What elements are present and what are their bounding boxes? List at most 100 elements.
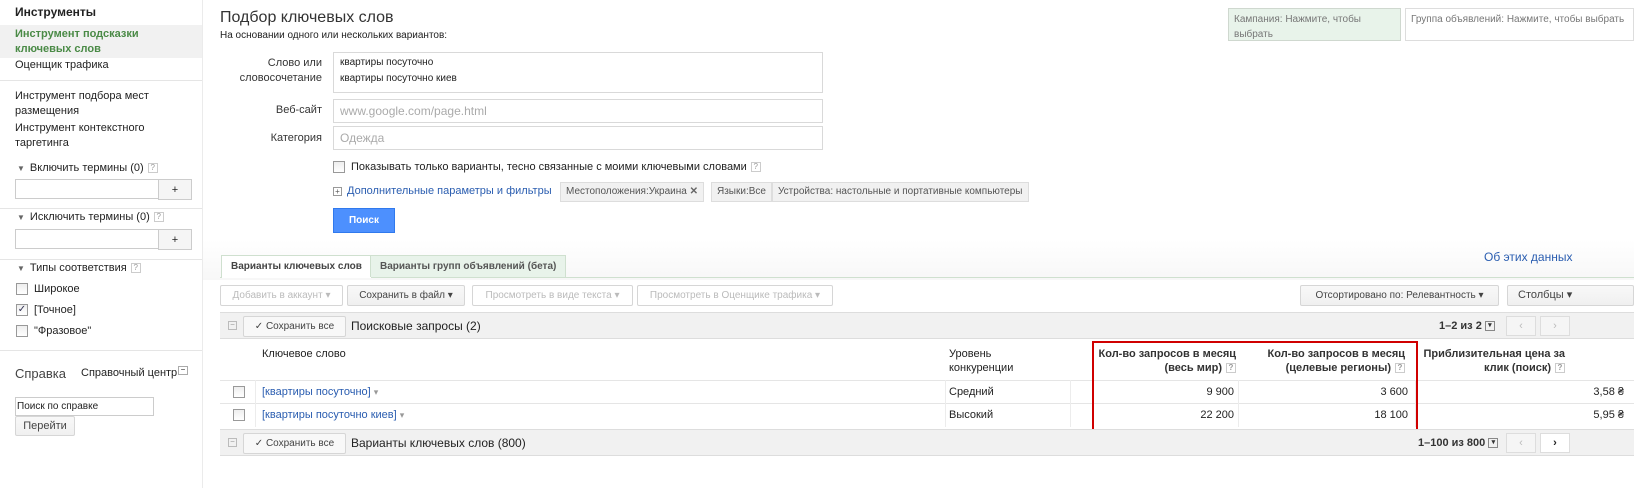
add-to-account-button[interactable]: Добавить в аккаунт ▾ bbox=[220, 285, 343, 306]
match-exact[interactable]: ✓ [Точное] bbox=[16, 304, 76, 317]
exclude-terms-toggle[interactable]: ▼ Исключить термины (0)? bbox=[17, 211, 164, 223]
keyword-line: квартиры посуточно bbox=[340, 57, 434, 68]
cpc-value: 3,58 ₴ bbox=[1593, 386, 1624, 398]
next-page-button[interactable]: › bbox=[1540, 316, 1570, 336]
save-to-file-button[interactable]: Сохранить в файл ▾ bbox=[347, 285, 465, 306]
pager-label: 1–100 из 800 bbox=[1418, 437, 1486, 449]
columns-dropdown[interactable]: Столбцы ▾ bbox=[1507, 285, 1634, 306]
help-icon[interactable]: ? bbox=[130, 263, 141, 274]
checkbox[interactable] bbox=[333, 161, 345, 174]
save-all-button[interactable]: ✓ Сохранить все bbox=[243, 316, 346, 337]
go-button[interactable]: Перейти bbox=[15, 416, 75, 436]
col-competition[interactable]: Уровень конкуренции bbox=[949, 347, 1039, 375]
button-label: Отсортировано по: Релевантность bbox=[1315, 290, 1476, 301]
tab-adgroup-ideas[interactable]: Варианты групп объявлений (бета) bbox=[370, 255, 567, 277]
website-input[interactable]: www.google.com/page.html bbox=[333, 99, 823, 123]
cpc-value: 5,95 ₴ bbox=[1593, 409, 1624, 421]
divider bbox=[0, 80, 202, 81]
col-cpc[interactable]: Приблизительная цена за клик (поиск)? bbox=[1420, 347, 1565, 375]
help-icon[interactable]: ? bbox=[750, 162, 761, 173]
col-label: Приблизительная цена за клик (поиск) bbox=[1423, 348, 1565, 374]
view-in-estimator-button[interactable]: Просмотреть в Оценщике трафика ▾ bbox=[637, 285, 833, 306]
help-center-link[interactable]: Справочный центр bbox=[81, 367, 177, 379]
triangle-down-icon: ▼ bbox=[17, 264, 25, 273]
sidebar-item-keyword-tool[interactable]: Инструмент подсказки ключевых слов bbox=[0, 25, 202, 58]
include-terms-label: Включить термины (0) bbox=[29, 162, 144, 174]
sidebar-item-contextual-tool[interactable]: Инструмент контекстного таргетинга bbox=[15, 121, 165, 151]
checkbox[interactable] bbox=[16, 325, 28, 338]
adgroup-selector[interactable]: Группа объявлений: Нажмите, чтобы выбрат… bbox=[1405, 8, 1634, 41]
word-label: Слово или словосочетание bbox=[239, 57, 322, 84]
checkbox[interactable] bbox=[16, 283, 28, 296]
divider bbox=[0, 350, 202, 351]
about-data-link[interactable]: Об этих данных bbox=[1484, 250, 1573, 264]
page-subtitle: На основании одного или нескольких вариа… bbox=[220, 30, 448, 41]
category-label: Категория bbox=[270, 132, 322, 144]
dropdown-arrow-icon[interactable]: ▾ bbox=[400, 410, 405, 420]
sidebar-item-traffic-estimator[interactable]: Оценщик трафика bbox=[15, 58, 195, 73]
exclude-add-button[interactable]: + bbox=[158, 229, 192, 250]
pager-label: 1–2 из 2 bbox=[1439, 320, 1482, 332]
triangle-down-icon: ▼ bbox=[17, 213, 25, 222]
collapse-icon[interactable]: − bbox=[228, 438, 237, 447]
row-checkbox[interactable] bbox=[233, 386, 245, 398]
divider bbox=[0, 208, 202, 209]
collapse-icon[interactable]: − bbox=[178, 366, 188, 375]
collapse-icon[interactable]: − bbox=[228, 321, 237, 330]
help-search-input[interactable]: Поиск по справке bbox=[15, 397, 154, 416]
col-keyword[interactable]: Ключевое слово bbox=[262, 347, 346, 361]
keyword-text: [квартиры посуточно bbox=[262, 386, 368, 398]
sort-dropdown[interactable]: Отсортировано по: Релевантность ▾ bbox=[1300, 285, 1499, 306]
include-terms-toggle[interactable]: ▼ Включить термины (0)? bbox=[17, 162, 158, 174]
close-only-label: Показывать только варианты, тесно связан… bbox=[351, 161, 747, 173]
match-label: Широкое bbox=[34, 283, 80, 295]
category-input[interactable]: Одежда bbox=[333, 126, 823, 150]
competition-value: Средний bbox=[949, 386, 994, 398]
button-label: Просмотреть в Оценщике трафика bbox=[649, 290, 813, 301]
keyword-bracket: ] bbox=[367, 386, 371, 398]
help-icon[interactable]: ? bbox=[153, 212, 164, 223]
include-terms-input[interactable] bbox=[15, 179, 165, 199]
button-label: Добавить в аккаунт bbox=[232, 290, 323, 301]
dropdown-arrow-icon[interactable]: ▾ bbox=[374, 387, 379, 397]
triangle-down-icon: ▼ bbox=[17, 164, 25, 173]
table-row: [квартиры посуточно] ▾ Средний 9 900 3 6… bbox=[220, 381, 1634, 403]
row-checkbox[interactable] bbox=[233, 409, 245, 421]
devices-chip[interactable]: Устройства: настольные и портативные ком… bbox=[772, 182, 1029, 202]
exclude-terms-input[interactable] bbox=[15, 229, 165, 249]
pager-dropdown-icon[interactable]: ▾ bbox=[1488, 438, 1499, 449]
keyword-link[interactable]: [квартиры посуточно киев] ▾ bbox=[262, 408, 404, 422]
keyword-bracket: ] bbox=[393, 409, 397, 421]
match-types-label: Типы соответствия bbox=[29, 262, 127, 274]
pager-dropdown-icon[interactable]: ▾ bbox=[1484, 321, 1495, 332]
include-add-button[interactable]: + bbox=[158, 179, 192, 200]
view-as-text-button[interactable]: Просмотреть в виде текста ▾ bbox=[472, 285, 633, 306]
help-icon[interactable]: ? bbox=[147, 163, 158, 174]
checkbox-checked[interactable]: ✓ bbox=[16, 304, 28, 317]
sidebar-item-placement-tool[interactable]: Инструмент подбора мест размещения bbox=[15, 89, 175, 119]
sidebar-title: Инструменты bbox=[15, 5, 97, 19]
match-types-toggle[interactable]: ▼ Типы соответствия? bbox=[17, 262, 141, 274]
campaign-selector[interactable]: Кампания: Нажмите, чтобы выбрать bbox=[1228, 8, 1401, 41]
tab-keyword-ideas[interactable]: Варианты ключевых слов bbox=[221, 255, 372, 278]
languages-chip[interactable]: Языки:Все bbox=[711, 182, 772, 202]
prev-page-button[interactable]: ‹ bbox=[1506, 433, 1536, 453]
match-broad[interactable]: Широкое bbox=[16, 283, 80, 296]
match-phrase[interactable]: "Фразовое" bbox=[16, 325, 91, 338]
close-icon[interactable]: ✕ bbox=[690, 186, 698, 197]
advanced-options-link[interactable]: + Дополнительные параметры и фильтры bbox=[333, 185, 552, 197]
button-label: Столбцы bbox=[1518, 289, 1564, 301]
expand-plus-icon: + bbox=[333, 187, 342, 196]
keyword-link[interactable]: [квартиры посуточно] ▾ bbox=[262, 385, 378, 399]
prev-page-button[interactable]: ‹ bbox=[1506, 316, 1536, 336]
button-label: Сохранить в файл bbox=[359, 290, 445, 301]
location-chip[interactable]: Местоположения:Украина ✕ bbox=[560, 182, 704, 202]
keyword-text: [квартиры посуточно bbox=[262, 409, 371, 421]
keywords-textarea[interactable]: квартиры посуточно квартиры посуточно ки… bbox=[333, 52, 823, 93]
help-icon[interactable]: ? bbox=[1555, 363, 1565, 374]
search-button[interactable]: Поиск bbox=[333, 208, 395, 233]
close-only-option[interactable]: Показывать только варианты, тесно связан… bbox=[333, 161, 761, 174]
save-all-button[interactable]: ✓ Сохранить все bbox=[243, 433, 346, 454]
button-label: Просмотреть в виде текста bbox=[485, 290, 612, 301]
next-page-button[interactable]: › bbox=[1540, 433, 1570, 453]
